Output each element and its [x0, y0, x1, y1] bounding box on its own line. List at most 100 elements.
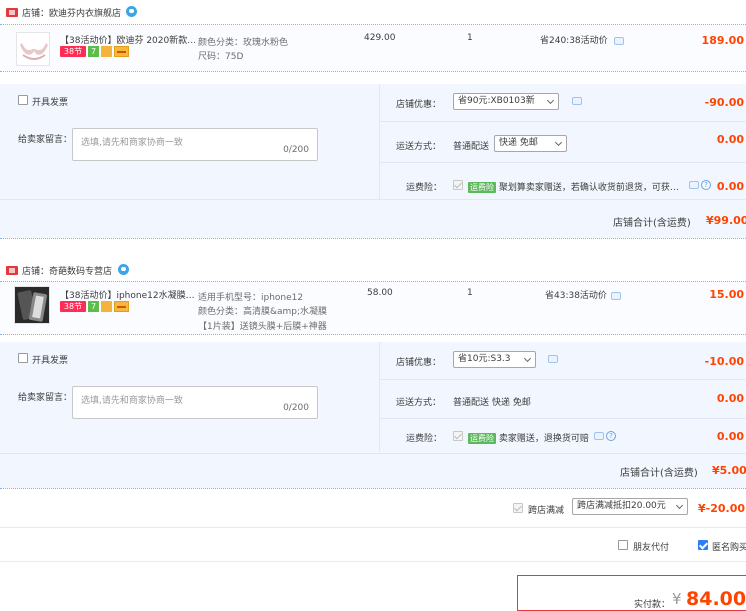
insurance-checkbox[interactable] — [453, 431, 463, 441]
invoice-label: 开具发票 — [32, 356, 69, 366]
message-icon[interactable] — [548, 355, 558, 363]
invoice-checkbox[interactable] — [18, 95, 28, 105]
order-options: 开具发票 给卖家留言： 选填,请先和商家协商一致 0/200 店铺优惠： 省90… — [0, 84, 746, 238]
divider — [0, 199, 746, 200]
product-title[interactable]: 【38活动价】欧迪芬 2020新款… — [60, 33, 195, 46]
friend-pay-checkbox[interactable] — [618, 540, 628, 550]
divider — [380, 379, 746, 380]
message-icon[interactable] — [611, 292, 621, 300]
sku-line: 颜色分类：高清膜&amp;水凝膜 — [198, 307, 328, 317]
insurance-label: 运费险： — [406, 183, 443, 193]
message-icon[interactable] — [572, 97, 582, 105]
divider — [0, 527, 746, 528]
product-thumbnail[interactable] — [14, 286, 50, 324]
promo-text: 省240:38活动价 — [540, 36, 608, 46]
chat-icon[interactable] — [118, 264, 129, 275]
badge-guarantee-icon — [101, 301, 112, 312]
discount-amount: -10.00 — [704, 355, 744, 368]
anonymous-label: 匿名购买 — [712, 543, 746, 553]
quantity: 1 — [467, 33, 473, 43]
sku-line: 适用手机型号：iphone12 — [198, 293, 304, 303]
badge-38: 38节 — [60, 46, 86, 57]
cross-store-checkbox[interactable] — [513, 503, 523, 513]
order-item: 【38活动价】iphone12水凝膜… 38节 7 适用手机型号：iphone1… — [0, 282, 746, 334]
divider — [0, 453, 746, 454]
shipping-select-value: 快递 免邮 — [499, 138, 538, 148]
seller-message-input[interactable]: 选填,请先和商家协商一致 0/200 — [72, 386, 318, 419]
message-label: 给卖家留言： — [18, 393, 73, 403]
insurance-label: 运费险： — [406, 434, 443, 444]
anonymous-checkbox[interactable] — [698, 540, 708, 550]
chat-icon[interactable] — [126, 6, 137, 17]
shop-name[interactable]: 店铺：欧迪芬内衣旗舰店 — [22, 6, 121, 19]
divider — [380, 121, 746, 122]
message-counter: 0/200 — [283, 145, 309, 155]
badge-38: 38节 — [60, 301, 86, 312]
message-counter: 0/200 — [283, 403, 309, 413]
shop-total-label: 店铺合计(含运费) — [613, 218, 691, 229]
message-placeholder: 选填,请先和商家协商一致 — [81, 396, 183, 406]
chevron-down-icon — [523, 354, 532, 363]
insurance-desc: 运费险 聚划算卖家赠送，若确认收货前退货，可获… — [468, 180, 678, 193]
badge-7day: 7 — [88, 301, 99, 312]
invoice-checkbox[interactable] — [18, 353, 28, 363]
message-label: 给卖家留言： — [18, 135, 73, 145]
insurance-desc: 运费险 卖家赠送，退换货可赔 — [468, 431, 589, 444]
divider — [379, 84, 380, 199]
phone-film-image-icon — [15, 287, 49, 323]
badge-7day: 7 — [88, 46, 99, 57]
message-icon[interactable] — [614, 37, 624, 45]
product-thumbnail[interactable] — [16, 32, 50, 66]
discount-label: 店铺优惠： — [396, 358, 442, 368]
insurance-tag: 运费险 — [468, 182, 496, 193]
insurance-checkbox[interactable] — [453, 180, 463, 190]
unit-price: 58.00 — [367, 288, 393, 298]
cross-store-select[interactable]: 跨店满减抵扣20.00元 — [572, 498, 688, 515]
shop-total-amount: ¥5.00 — [712, 464, 746, 477]
insurance-amount: 0.00 — [716, 180, 744, 193]
product-badges: 38节 7 — [60, 301, 129, 312]
shop-total-amount: ¥99.00 — [706, 214, 746, 227]
product-title[interactable]: 【38活动价】iphone12水凝膜… — [60, 288, 195, 301]
message-placeholder: 选填,请先和商家协商一致 — [81, 138, 183, 148]
cross-store-select-value: 跨店满减抵扣20.00元 — [577, 501, 666, 511]
badge-card-icon — [114, 301, 129, 312]
divider — [379, 342, 380, 452]
message-icon[interactable] — [594, 432, 604, 440]
shipping-select[interactable]: 快递 免邮 — [494, 135, 567, 152]
discount-select-value: 省90元:XB0103新 — [458, 96, 535, 106]
shipping-label: 运送方式： — [396, 142, 442, 152]
pay-label: 实付款： — [634, 600, 671, 610]
insurance-amount: 0.00 — [716, 430, 744, 443]
discount-select[interactable]: 省10元:S3.3 — [453, 351, 536, 368]
shipping-value: 快递 免邮 — [492, 398, 531, 408]
discount-amount: -90.00 — [704, 96, 744, 109]
shipping-amount: 0.00 — [716, 133, 744, 146]
discount-select[interactable]: 省90元:XB0103新 — [453, 93, 559, 110]
friend-pay-label: 朋友代付 — [633, 543, 670, 553]
help-icon[interactable]: ? — [606, 431, 616, 441]
shop-header: 店铺：欧迪芬内衣旗舰店 — [0, 2, 746, 24]
divider — [0, 561, 746, 562]
shipping-label: 运送方式： — [396, 398, 442, 408]
sku-line: 尺码：75D — [198, 52, 244, 62]
divider — [0, 334, 746, 335]
discount-select-value: 省10元:S3.3 — [458, 354, 511, 364]
shop-total-label: 店铺合计(含运费) — [620, 468, 698, 479]
sku-line: 颜色分类：玫瑰水粉色 — [198, 38, 289, 48]
payment-summary: 实付款： ¥ 84.00 — [517, 575, 746, 611]
discount-label: 店铺优惠： — [396, 100, 442, 110]
item-subtotal: 189.00 — [701, 34, 744, 47]
divider — [0, 488, 746, 489]
shipping-amount: 0.00 — [716, 392, 744, 405]
divider — [380, 418, 746, 419]
shop-icon — [6, 266, 18, 275]
shop-header: 店铺：奇葩数码专营店 — [0, 260, 746, 282]
badge-card-icon — [114, 46, 129, 57]
shop-name[interactable]: 店铺：奇葩数码专营店 — [22, 264, 112, 277]
sku-line: 【1片装】送镜头膜+后膜+神器 — [198, 322, 327, 332]
shipping-type: 普通配送 — [453, 398, 490, 408]
shipping-type: 普通配送 — [453, 142, 490, 152]
seller-message-input[interactable]: 选填,请先和商家协商一致 0/200 — [72, 128, 318, 161]
bra-image-icon — [17, 33, 49, 65]
